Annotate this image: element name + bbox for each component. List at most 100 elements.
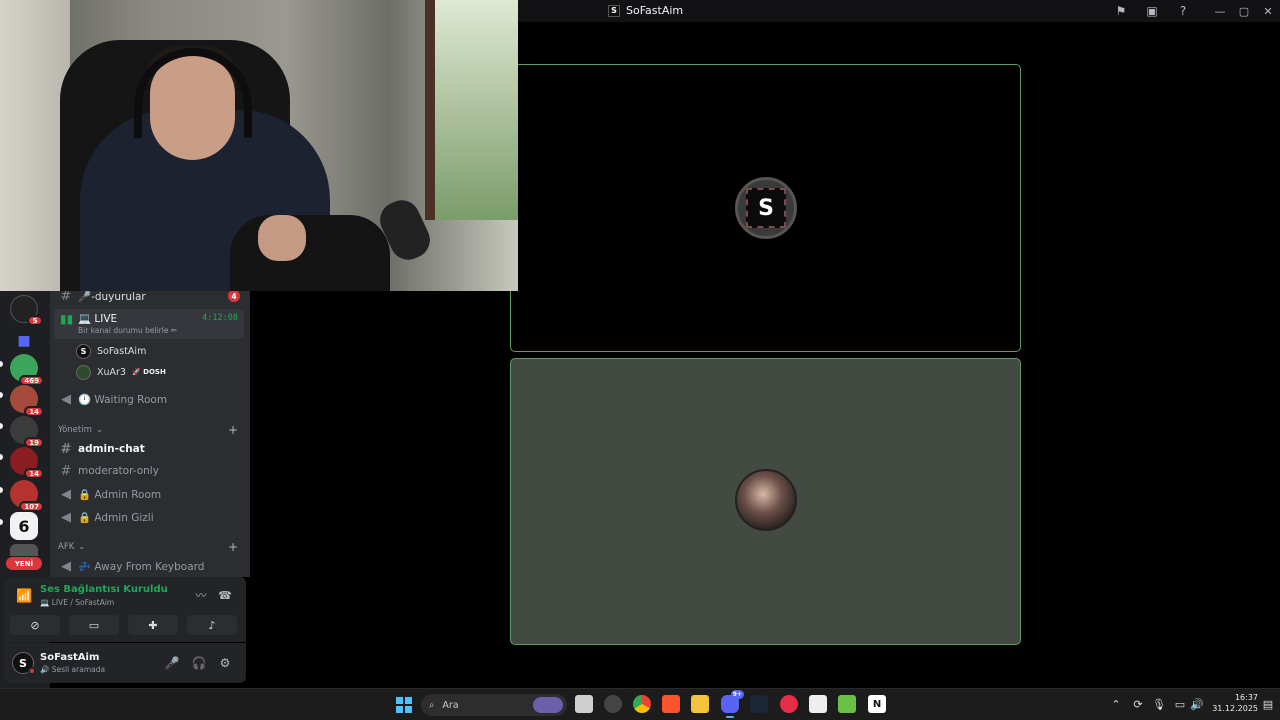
clock-time: 16:37: [1234, 693, 1258, 702]
webcam-guitar: [230, 215, 390, 291]
chevron-down-icon: ⌄: [78, 542, 86, 552]
screen-share-button[interactable]: ▭: [69, 615, 119, 635]
faceit-icon[interactable]: [838, 695, 856, 713]
inbox-icon[interactable]: ▣: [1144, 3, 1160, 19]
avatar: [76, 364, 91, 380]
help-icon[interactable]: ?: [1175, 3, 1191, 19]
taskbar: ⌕ Ara 9+ N ⌃ ⟳ 🎙 ▭ 🔊 16:37 31.12.2025 ▤: [0, 688, 1280, 720]
user-name[interactable]: SoFastAim: [40, 652, 99, 663]
settings-gear-icon[interactable]: ⚙: [217, 655, 233, 671]
category-yonetim[interactable]: Yönetim ⌄ +: [58, 423, 244, 437]
search-placeholder: Ara: [442, 699, 459, 711]
add-channel-icon[interactable]: +: [228, 423, 238, 437]
brave-icon[interactable]: [662, 695, 680, 713]
capcut-icon[interactable]: [809, 695, 827, 713]
folder-icon[interactable]: ■: [10, 327, 38, 355]
task-view-icon[interactable]: [575, 695, 593, 713]
screen: S SoFastAim ⚑ ▣ ? — ▢ ✕ 5 ■ 469 14 19 14…: [0, 0, 1280, 720]
server-icon-creators[interactable]: 5: [10, 295, 43, 326]
channel-admin-chat[interactable]: # admin-chat: [58, 438, 244, 460]
voice-connected-text[interactable]: Ses Bağlantısı Kuruldu: [40, 584, 168, 595]
channel-name: 🕛 Waiting Room: [78, 393, 168, 406]
signal-icon[interactable]: 📶: [16, 589, 32, 604]
voice-channel-path[interactable]: 💻 LIVE / SoFastAim: [40, 598, 114, 607]
server-badge: 5: [27, 315, 43, 326]
voice-channel-admin-gizli[interactable]: ◀ 🔒 Admin Gizli: [58, 506, 244, 528]
server-pill: [0, 487, 3, 493]
participant-tile[interactable]: S: [510, 64, 1021, 352]
notion-icon[interactable]: N: [868, 695, 886, 713]
media-player-icon[interactable]: [780, 695, 798, 713]
server-pill: [0, 454, 3, 460]
maximize-button[interactable]: ▢: [1232, 0, 1256, 22]
channel-name: 🔒 Admin Gizli: [78, 511, 154, 524]
voice-channel-away[interactable]: ◀ 💤 Away From Keyboard: [58, 555, 244, 577]
category-name: AFK: [58, 542, 75, 552]
channel-duyurular[interactable]: # 🎤-duyurular 4: [58, 291, 244, 307]
webcam-overlay: [0, 0, 518, 291]
add-channel-icon[interactable]: +: [228, 540, 238, 554]
participant-tile[interactable]: [510, 358, 1021, 645]
microphone-tray-icon[interactable]: 🎙: [1151, 695, 1167, 713]
channel-list: # 🎤-duyurular 4 ▮▮ 💻 LIVE Bir kanal duru…: [50, 291, 250, 577]
speaker-icon: ◀: [61, 509, 71, 525]
voice-user[interactable]: XuAr3 🚀 DOSH: [76, 363, 166, 381]
headphones-icon[interactable]: 🎧: [191, 655, 207, 671]
server-icon-pcs[interactable]: [10, 544, 38, 556]
camera-off-button[interactable]: ⊘: [10, 615, 60, 635]
discord-icon[interactable]: 9+: [721, 690, 744, 718]
file-explorer-icon[interactable]: [691, 695, 709, 713]
taskbar-search[interactable]: ⌕ Ara: [421, 694, 567, 716]
server-icon-4[interactable]: 14: [10, 385, 44, 417]
window-controls: — ▢ ✕: [1208, 0, 1280, 22]
soundboard-button[interactable]: ♪: [187, 615, 237, 635]
category-afk[interactable]: AFK ⌄ +: [58, 540, 244, 554]
server-icon-7[interactable]: 107: [10, 480, 44, 512]
disconnect-icon[interactable]: ☎: [218, 588, 232, 602]
channel-status[interactable]: Bir kanal durumu belirle ✏: [78, 326, 177, 335]
voice-channel-admin-room[interactable]: ◀ 🔒 Admin Room: [58, 483, 244, 505]
server-pill: [0, 392, 3, 398]
notifications-icon[interactable]: ▤: [1260, 695, 1276, 713]
chrome-icon[interactable]: [633, 695, 651, 713]
minimize-button[interactable]: —: [1208, 0, 1232, 22]
activities-button[interactable]: ✚: [128, 615, 178, 635]
obs-icon[interactable]: [604, 695, 622, 713]
participant-avatar: S: [735, 177, 797, 239]
flag-icon[interactable]: ⚑: [1113, 3, 1129, 19]
title-bar-icons: ⚑ ▣ ?: [1113, 3, 1191, 19]
network-icon[interactable]: ▭: [1172, 695, 1188, 713]
voice-actions: ⊘ ▭ ✚ ♪: [10, 615, 237, 635]
channel-name: 🎤-duyurular: [78, 291, 146, 303]
sync-icon[interactable]: ⟳: [1130, 695, 1146, 713]
user-panel: S SoFastAim 🔊 Sesli aramada 🎤 🎧 ⚙: [4, 643, 246, 683]
server-pill: [0, 361, 3, 367]
server-badge: 19: [24, 437, 44, 448]
rainbow-six-icon[interactable]: 6: [10, 512, 38, 540]
voice-user[interactable]: S SoFastAim: [76, 342, 146, 360]
system-clock[interactable]: 16:37 31.12.2025: [1206, 692, 1258, 714]
server-icon-3[interactable]: 469: [10, 354, 44, 386]
webcam-hand: [258, 215, 306, 261]
category-name: Yönetim: [58, 425, 92, 435]
close-button[interactable]: ✕: [1256, 0, 1280, 22]
voice-channel-live[interactable]: ▮▮ 💻 LIVE Bir kanal durumu belirle ✏ 4:1…: [54, 309, 244, 339]
channel-name: 💻 LIVE: [78, 313, 118, 325]
mention-badge: 4: [228, 291, 240, 302]
user-status: 🔊 Sesli aramada: [40, 665, 106, 674]
channel-moderator-only[interactable]: # moderator-only: [58, 460, 244, 482]
windows-start-icon[interactable]: [396, 697, 412, 713]
discord-badge: 9+: [730, 690, 744, 699]
new-badge[interactable]: YENİ: [6, 557, 42, 570]
search-highlight-icon: [533, 697, 563, 713]
steam-icon[interactable]: [750, 695, 768, 713]
volume-icon[interactable]: 🔊: [1189, 695, 1205, 713]
server-icon-5[interactable]: 19: [10, 416, 44, 448]
server-icon-6[interactable]: 14: [10, 447, 44, 479]
noise-suppression-icon[interactable]: 〰: [194, 588, 208, 602]
show-hidden-icons-chevron-icon[interactable]: ⌃: [1108, 695, 1124, 713]
speaker-icon: ◀: [61, 558, 71, 574]
voice-channel-waiting-room[interactable]: ◀ 🕛 Waiting Room: [58, 388, 244, 410]
channel-name: moderator-only: [78, 465, 159, 477]
microphone-icon[interactable]: 🎤: [164, 655, 180, 671]
